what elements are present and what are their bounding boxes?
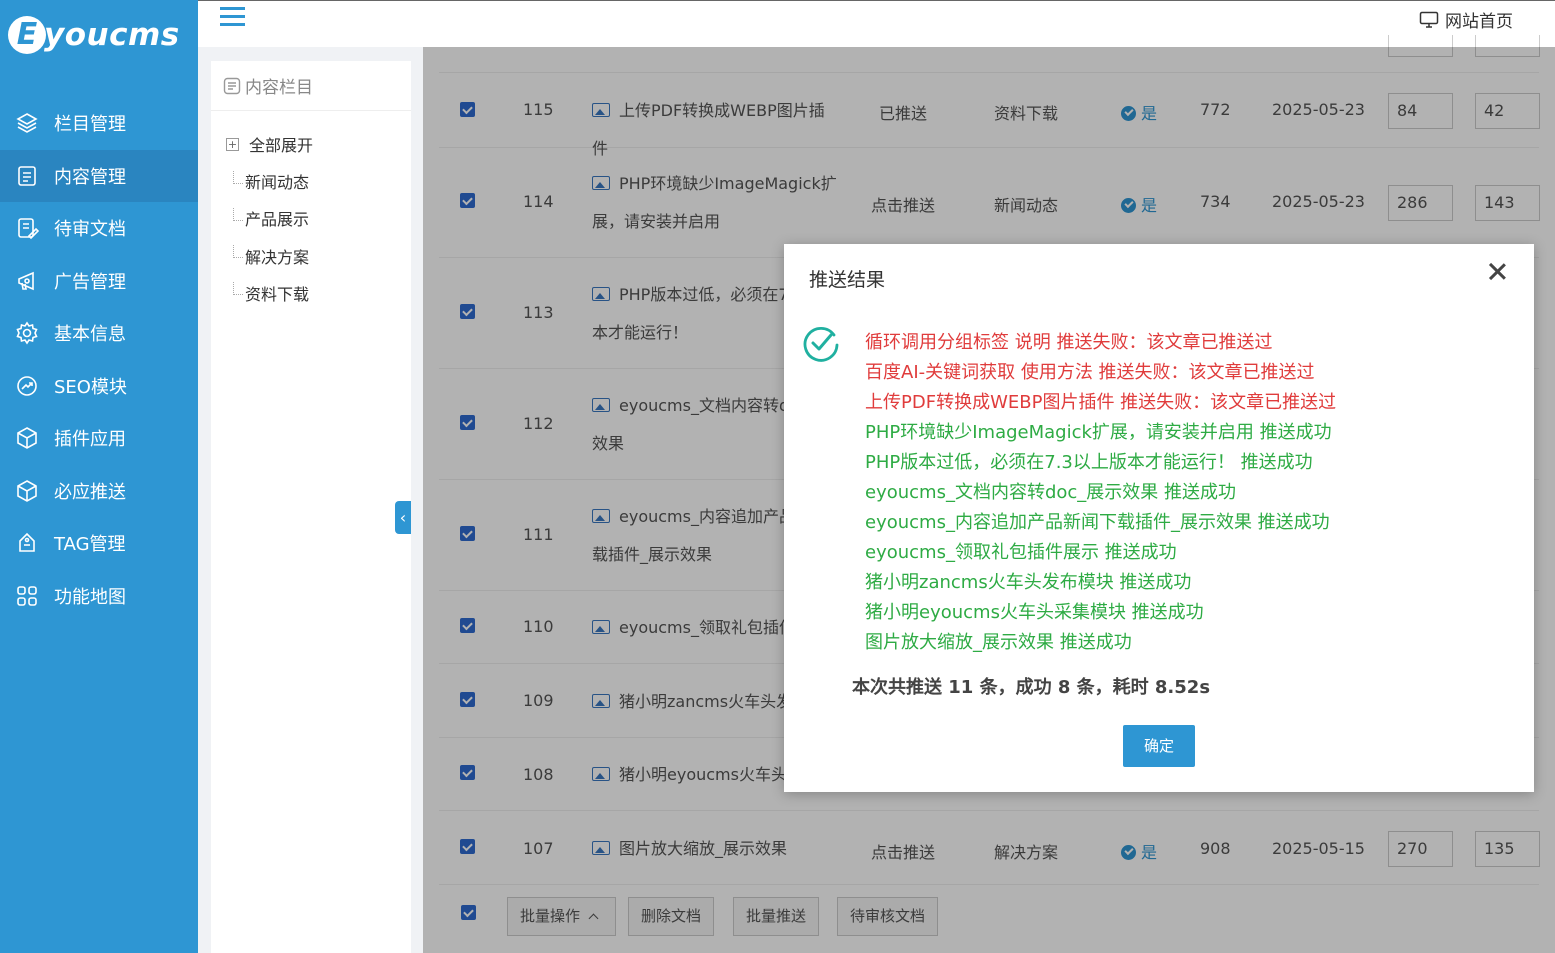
tree-node-label: 解决方案 bbox=[245, 247, 310, 267]
push-result-list: 循环调用分组标签 说明 推送失败：该文章已推送过 百度AI-关键词获取 使用方法… bbox=[865, 328, 1336, 658]
success-check-icon bbox=[803, 327, 839, 362]
result-line: PHP版本过低，必须在7.3以上版本才能运行！ 推送成功 bbox=[865, 452, 1313, 473]
dialog-title: 推送结果 bbox=[809, 269, 886, 291]
tree-node-label: 新闻动态 bbox=[245, 173, 310, 192]
plugin-icon bbox=[15, 426, 39, 450]
sidebar-item-plugins[interactable]: 插件应用 bbox=[0, 412, 198, 465]
confirm-button[interactable]: 确定 bbox=[1123, 725, 1195, 767]
sidebar-item-seo[interactable]: SEO模块 bbox=[0, 360, 198, 413]
column-tree: + 全部展开 新闻动态 产品展示 解决方案 资料下载 bbox=[211, 111, 411, 306]
push-summary: 本次共推送 11 条，成功 8 条，耗时 8.52s bbox=[852, 677, 1211, 698]
tree-node-solutions[interactable]: 解决方案 bbox=[226, 243, 411, 269]
panel-title: 内容栏目 bbox=[211, 61, 411, 111]
sidebar-item-label: 必应推送 bbox=[54, 481, 126, 503]
ad-icon bbox=[15, 269, 39, 293]
result-line: eyoucms_领取礼包插件展示 推送成功 bbox=[865, 542, 1177, 563]
result-line: 百度AI-关键词获取 使用方法 推送失败：该文章已推送过 bbox=[865, 362, 1315, 383]
chevron-left-icon: ‹ bbox=[399, 508, 407, 527]
result-line: 循环调用分组标签 说明 推送失败：该文章已推送过 bbox=[865, 332, 1273, 353]
tree-expand-all[interactable]: + 全部展开 bbox=[226, 131, 411, 157]
sidebar-item-label: 内容管理 bbox=[54, 166, 126, 188]
document-icon bbox=[15, 164, 39, 188]
tree-node-downloads[interactable]: 资料下载 bbox=[226, 280, 411, 306]
logo-mark: E bbox=[8, 16, 46, 54]
result-line: 猪小明eyoucms火车头采集模块 推送成功 bbox=[865, 602, 1204, 623]
sidebar-item-bing-push[interactable]: 必应推送 bbox=[0, 465, 198, 518]
sidebar-menu: 栏目管理 内容管理 待审文档 广告管理 基本信息 SEO模块 插件应用 必应推送… bbox=[0, 97, 198, 622]
sidebar-item-function-map[interactable]: 功能地图 bbox=[0, 570, 198, 623]
panel-title-label: 内容栏目 bbox=[245, 78, 313, 98]
tree-expand-all-label: 全部展开 bbox=[249, 136, 314, 155]
sidebar-item-label: 基本信息 bbox=[54, 324, 126, 346]
tree-node-label: 产品展示 bbox=[245, 210, 310, 230]
sidebar-item-content[interactable]: 内容管理 bbox=[0, 149, 198, 202]
tree-node-label: 资料下载 bbox=[245, 284, 310, 304]
sidebar-item-label: SEO模块 bbox=[54, 376, 127, 398]
tree-node-products[interactable]: 产品展示 bbox=[226, 205, 411, 231]
site-home-link[interactable]: 网站首页 bbox=[1419, 7, 1513, 32]
cube-icon bbox=[15, 479, 39, 503]
sidebar-item-basic-info[interactable]: 基本信息 bbox=[0, 307, 198, 360]
result-line: PHP环境缺少ImageMagick扩展，请安装并启用 推送成功 bbox=[865, 422, 1332, 443]
collapse-panel-button[interactable]: ‹ bbox=[395, 501, 411, 534]
result-line: 上传PDF转换成WEBP图片插件 推送失败：该文章已推送过 bbox=[865, 392, 1337, 413]
tree-node-news[interactable]: 新闻动态 bbox=[226, 168, 411, 194]
result-line: eyoucms_文档内容转doc_展示效果 推送成功 bbox=[865, 482, 1237, 503]
sidebar-item-tags[interactable]: TAG管理 bbox=[0, 517, 198, 570]
sidebar-item-label: 待审文档 bbox=[54, 219, 126, 241]
seo-icon bbox=[15, 374, 39, 398]
sidebar: E youcms 栏目管理 内容管理 待审文档 广告管理 基本信息 SEO模块 bbox=[0, 0, 198, 953]
sidebar-item-ads[interactable]: 广告管理 bbox=[0, 255, 198, 308]
menu-toggle-icon[interactable] bbox=[220, 7, 245, 29]
sidebar-item-label: TAG管理 bbox=[54, 534, 126, 556]
sidebar-item-label: 广告管理 bbox=[54, 271, 126, 293]
sidebar-item-review[interactable]: 待审文档 bbox=[0, 202, 198, 255]
sidebar-item-columns[interactable]: 栏目管理 bbox=[0, 97, 198, 150]
review-icon bbox=[15, 216, 39, 240]
result-line: 猪小明zancms火车头发布模块 推送成功 bbox=[865, 572, 1192, 593]
close-icon[interactable] bbox=[1486, 260, 1508, 282]
push-result-dialog: 推送结果 循环调用分组标签 说明 推送失败：该文章已推送过 百度AI-关键词获取… bbox=[784, 244, 1534, 792]
sidebar-item-label: 功能地图 bbox=[54, 586, 126, 608]
content-column-panel: 内容栏目 + 全部展开 新闻动态 产品展示 解决方案 资料下载 bbox=[211, 61, 411, 953]
plus-icon[interactable]: + bbox=[226, 137, 239, 151]
tag-icon bbox=[15, 531, 39, 555]
logo[interactable]: E youcms bbox=[0, 0, 198, 70]
sidebar-item-label: 栏目管理 bbox=[54, 114, 126, 136]
sidebar-item-label: 插件应用 bbox=[54, 429, 126, 451]
monitor-icon bbox=[1419, 11, 1439, 28]
result-line: eyoucms_内容追加产品新闻下载插件_展示效果 推送成功 bbox=[865, 512, 1330, 533]
layers-icon bbox=[15, 111, 39, 135]
grid-icon bbox=[15, 584, 39, 608]
list-icon bbox=[223, 77, 241, 94]
gear-icon bbox=[15, 321, 39, 345]
result-line: 图片放大缩放_展示效果 推送成功 bbox=[865, 632, 1132, 653]
logo-text: youcms bbox=[44, 17, 180, 53]
top-header: 网站首页 bbox=[198, 0, 1555, 47]
site-home-label: 网站首页 bbox=[1445, 12, 1513, 32]
